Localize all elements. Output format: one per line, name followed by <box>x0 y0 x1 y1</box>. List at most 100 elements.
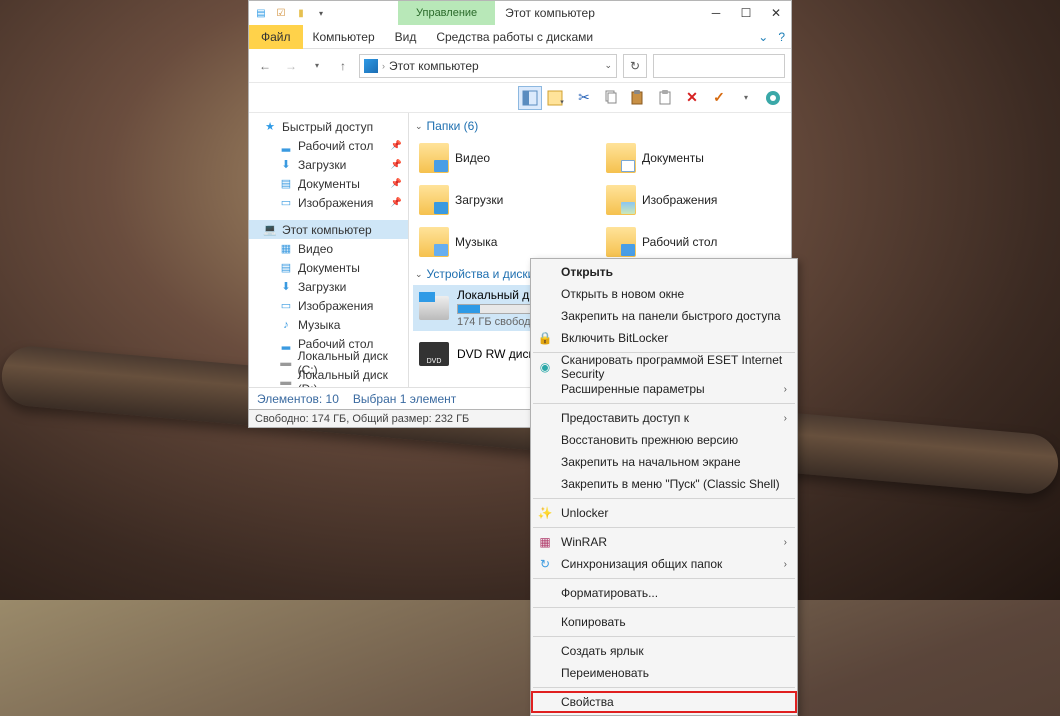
title-bar: ▤ ☑ ▮ ▾ Управление Этот компьютер ─ ☐ ✕ <box>249 1 791 25</box>
group-folders[interactable]: ⌄Папки (6) <box>413 115 787 137</box>
rename-check-icon[interactable]: ✓ <box>707 86 731 110</box>
pin-icon: 📌 <box>391 140 402 151</box>
cm-label: Включить BitLocker <box>561 331 668 345</box>
folder-video[interactable]: Видео <box>413 137 600 179</box>
drive-icon: ▬ <box>279 356 293 370</box>
nav-label: Изображения <box>298 299 373 313</box>
cm-pin-start[interactable]: Закрепить на начальном экране <box>531 451 797 473</box>
video-overlay-icon <box>434 160 448 172</box>
folder-desktop[interactable]: Рабочий стол <box>600 221 787 263</box>
video-icon: ▦ <box>279 242 293 256</box>
recent-locations-icon[interactable]: ▾ <box>307 56 327 76</box>
cm-pin-quick-access[interactable]: Закрепить на панели быстрого доступа <box>531 305 797 327</box>
contextual-tab-manage[interactable]: Управление <box>398 1 495 25</box>
nav-documents-pc[interactable]: ▤Документы <box>249 258 408 277</box>
folder-label: Изображения <box>642 193 717 207</box>
nav-videos[interactable]: ▦Видео <box>249 239 408 258</box>
ribbon-expand-icon[interactable]: ⌄ <box>758 30 768 44</box>
cut-icon[interactable]: ✂ <box>572 86 596 110</box>
nav-pictures[interactable]: ▭Изображения📌 <box>249 193 408 212</box>
layout-details-pane-icon[interactable]: ▾ <box>545 86 569 110</box>
nav-this-pc[interactable]: 💻Этот компьютер <box>249 220 408 239</box>
nav-pictures-pc[interactable]: ▭Изображения <box>249 296 408 315</box>
cm-pin-classic-shell[interactable]: Закрепить в меню "Пуск" (Classic Shell) <box>531 473 797 495</box>
refresh-button[interactable]: ↻ <box>623 54 647 78</box>
folder-music[interactable]: Музыка <box>413 221 600 263</box>
music-icon: ♪ <box>279 318 293 332</box>
download-icon: ⬇ <box>279 158 293 172</box>
desktop-icon: ▂ <box>279 139 293 153</box>
address-bar[interactable]: › Этот компьютер ⌄ <box>359 54 617 78</box>
desktop-overlay-icon <box>621 244 635 256</box>
cm-open[interactable]: Открыть <box>531 261 797 283</box>
address-path[interactable]: Этот компьютер <box>389 59 479 73</box>
nav-music[interactable]: ♪Музыка <box>249 315 408 334</box>
cm-format[interactable]: Форматировать... <box>531 582 797 604</box>
music-overlay-icon <box>434 244 448 256</box>
folder-pictures[interactable]: Изображения <box>600 179 787 221</box>
file-tab[interactable]: Файл <box>249 25 303 49</box>
explorer-icon: ▤ <box>253 5 269 21</box>
new-folder-icon[interactable]: ▮ <box>293 5 309 21</box>
address-dropdown-icon[interactable]: ⌄ <box>604 60 612 71</box>
cm-properties[interactable]: Свойства <box>531 691 797 713</box>
copy-icon[interactable] <box>599 86 623 110</box>
navigation-pane[interactable]: ★Быстрый доступ ▂Рабочий стол📌 ⬇Загрузки… <box>249 113 409 387</box>
cm-share-access[interactable]: Предоставить доступ к› <box>531 407 797 429</box>
qa-dropdown-icon[interactable]: ▾ <box>313 5 329 21</box>
nav-label: Этот компьютер <box>282 223 372 237</box>
dvd-icon: DVD <box>419 342 449 366</box>
cm-restore-previous[interactable]: Восстановить прежнюю версию <box>531 429 797 451</box>
folder-label: Документы <box>642 151 704 165</box>
cm-rename[interactable]: Переименовать <box>531 662 797 684</box>
nav-documents[interactable]: ▤Документы📌 <box>249 174 408 193</box>
nav-quick-access[interactable]: ★Быстрый доступ <box>249 117 408 136</box>
folder-label: Музыка <box>455 235 497 249</box>
folder-downloads[interactable]: Загрузки <box>413 179 600 221</box>
cm-copy[interactable]: Копировать <box>531 611 797 633</box>
cm-create-shortcut[interactable]: Создать ярлык <box>531 640 797 662</box>
rename-dropdown-icon[interactable]: ▾ <box>734 86 758 110</box>
minimize-button[interactable]: ─ <box>701 1 731 25</box>
doc-overlay-icon <box>621 160 635 172</box>
bitlocker-icon: 🔒 <box>537 330 553 346</box>
cm-bitlocker[interactable]: 🔒 Включить BitLocker <box>531 327 797 349</box>
chevron-right-icon: › <box>784 537 787 548</box>
nav-label: Загрузки <box>298 158 346 172</box>
eset-icon[interactable] <box>761 86 785 110</box>
maximize-button[interactable]: ☐ <box>731 1 761 25</box>
cm-winrar[interactable]: ▦WinRAR› <box>531 531 797 553</box>
this-pc-icon <box>364 59 378 73</box>
paste-icon[interactable] <box>626 86 650 110</box>
clipboard-icon[interactable] <box>653 86 677 110</box>
download-icon: ⬇ <box>279 280 293 294</box>
cm-label: Сканировать программой ESET Internet Sec… <box>561 353 787 381</box>
nav-downloads-pc[interactable]: ⬇Загрузки <box>249 277 408 296</box>
layout-preview-pane-icon[interactable] <box>518 86 542 110</box>
cm-advanced[interactable]: Расширенные параметры› <box>531 378 797 400</box>
cm-unlocker[interactable]: ✨Unlocker <box>531 502 797 524</box>
computer-tab[interactable]: Компьютер <box>303 25 385 49</box>
nav-label: Документы <box>298 261 360 275</box>
back-button[interactable]: ← <box>255 56 275 76</box>
breadcrumb-sep: › <box>382 61 385 71</box>
nav-desktop[interactable]: ▂Рабочий стол📌 <box>249 136 408 155</box>
navigation-row: ← → ▾ ↑ › Этот компьютер ⌄ ↻ <box>249 49 791 83</box>
search-input[interactable] <box>653 54 785 78</box>
up-button[interactable]: ↑ <box>333 56 353 76</box>
forward-button[interactable]: → <box>281 56 301 76</box>
properties-icon[interactable]: ☑ <box>273 5 289 21</box>
view-tab[interactable]: Вид <box>385 25 427 49</box>
close-button[interactable]: ✕ <box>761 1 791 25</box>
cm-eset-scan[interactable]: ◉Сканировать программой ESET Internet Se… <box>531 356 797 378</box>
pin-icon: 📌 <box>391 178 402 189</box>
delete-icon[interactable]: ✕ <box>680 86 704 110</box>
cm-sync-shared[interactable]: ↻Синхронизация общих папок› <box>531 553 797 575</box>
status-count: Элементов: 10 <box>257 392 339 406</box>
drive-tools-tab[interactable]: Средства работы с дисками <box>426 25 603 49</box>
cm-open-new-window[interactable]: Открыть в новом окне <box>531 283 797 305</box>
nav-downloads[interactable]: ⬇Загрузки📌 <box>249 155 408 174</box>
help-icon[interactable]: ? <box>778 30 785 44</box>
folder-documents[interactable]: Документы <box>600 137 787 179</box>
nav-local-d[interactable]: ▬Локальный диск (D:) <box>249 372 408 387</box>
